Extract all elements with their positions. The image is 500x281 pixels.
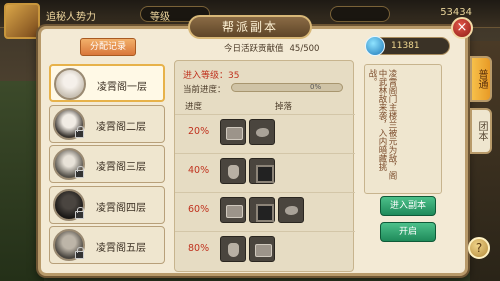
reward-percent: 60% [188,204,210,215]
dungeon-description: 凌霄阁门主楼兰被元为敌，阁中武林敌来袭，入内暗藏挑战。 [364,64,442,194]
chest-icon[interactable] [220,119,246,145]
description-text: 凌霄阁门主楼兰被元为敌，阁中武林敌来袭，入内暗藏挑战。 [367,69,397,180]
level-label: 等级 [150,12,170,23]
boss-avatar [54,68,86,100]
panel-title: 帮派副本 [188,15,312,39]
allocation-record-button[interactable]: 分配记录 [80,38,136,56]
tab-normal[interactable]: 普通 [470,56,492,102]
pot-icon[interactable] [220,236,246,262]
reward-row: 80% [175,231,355,267]
progress-label: 当前进度： [183,85,226,95]
floor-item-1[interactable]: 凌霄阁一层 [49,64,165,102]
activity-info: 今日活跃贡献值 45/500 [224,42,319,54]
gem-counter: 11381 [365,36,450,56]
gift-icon[interactable] [249,197,275,223]
player-avatar[interactable] [4,3,40,39]
column-drops: 掉落 [275,102,293,112]
floor-item-5[interactable]: 凌霄阁五层 [49,226,165,264]
gift-icon[interactable] [249,158,275,184]
entry-level: 进入等级：35 [183,71,240,81]
floor-name: 凌霄阁三层 [96,162,146,173]
floor-name: 凌霄阁四层 [96,202,146,214]
floor-name: 凌霄阁二层 [96,121,146,133]
top-number: 53434 [440,7,472,18]
reward-percent: 20% [188,126,210,137]
tab-team[interactable]: 团本 [470,108,492,154]
open-button[interactable]: 开启 [380,222,436,242]
ore-icon[interactable] [249,119,275,145]
column-progress: 进度 [185,102,203,112]
lock-icon [75,247,84,259]
lock-icon [75,166,84,178]
chest-icon[interactable] [220,197,246,223]
progress-text: 0% [310,83,322,91]
activity-label: 今日活跃贡献值 [224,44,284,54]
dungeon-detail: 进入等级：35 当前进度： 0% 进度 掉落 20% 40% 60% 80% [174,60,355,272]
floor-item-4[interactable]: 凌霄阁四层 [49,185,165,224]
gem-value: 11381 [391,41,420,51]
enter-dungeon-button[interactable]: 进入副本 [380,196,436,216]
activity-value: 45/500 [289,44,320,54]
floor-item-3[interactable]: 凌霄阁三层 [49,145,165,183]
reward-percent: 80% [188,243,210,254]
resource-pill [330,6,390,22]
chest-icon[interactable] [249,236,275,262]
pot-icon[interactable] [220,158,246,184]
floor-name: 凌霄阁一层 [97,82,147,93]
floor-item-2[interactable]: 凌霄阁二层 [49,104,165,143]
lock-icon [75,125,84,138]
close-button[interactable]: × [451,17,473,39]
floor-list: 凌霄阁一层 凌霄阁二层 凌霄阁三层 凌霄阁四层 凌霄阁五层 [49,64,167,267]
progress-bar: 0% [231,83,343,92]
player-label: 追秘人势力 [46,12,96,23]
help-button[interactable]: ? [468,237,490,259]
reward-row: 40% [175,153,355,189]
lock-icon [75,206,84,219]
reward-row: 20% [175,114,355,150]
floor-name: 凌霄阁五层 [96,243,146,254]
gem-icon [365,36,385,56]
ore-icon[interactable] [278,197,304,223]
reward-percent: 40% [188,165,210,176]
reward-row: 60% [175,192,355,228]
